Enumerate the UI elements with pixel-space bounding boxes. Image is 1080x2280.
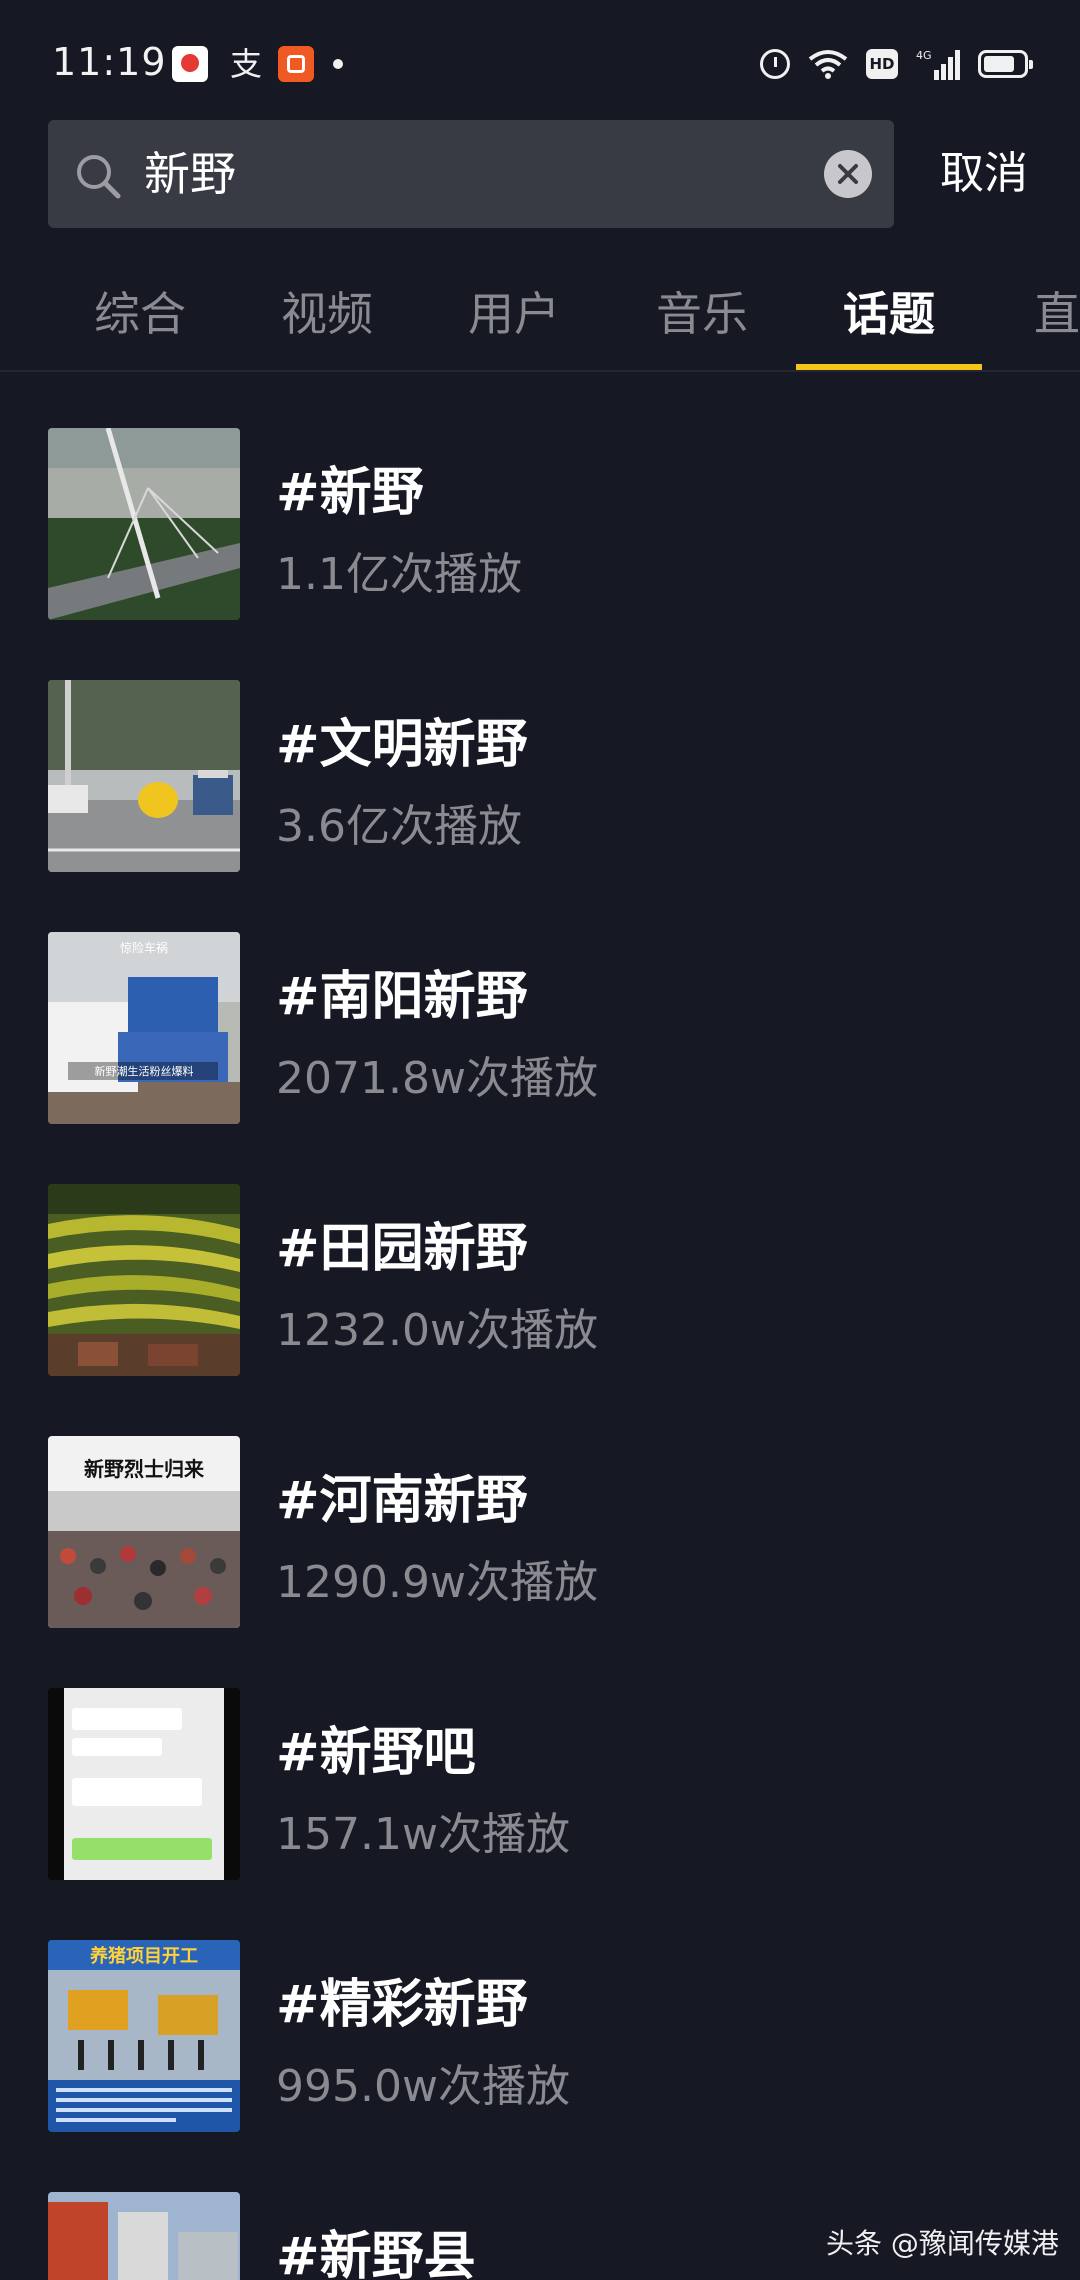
tab-comprehensive[interactable]: 综合	[70, 268, 210, 372]
battery-icon	[978, 50, 1033, 78]
signal-icon: 4G	[916, 48, 960, 80]
alarm-icon	[760, 49, 790, 79]
topic-thumbnail	[48, 1184, 240, 1376]
screen: 11:19 支 HD 4G 新野 取消 综合 视频 用户 音乐 话题 直 #新野…	[0, 0, 1080, 2280]
network-type-label: 4G	[916, 49, 932, 62]
thumbnail-caption-text: 新野潮生活粉丝爆料	[95, 1064, 194, 1078]
topic-title: #田园新野	[276, 1219, 528, 1279]
topic-item[interactable]: 养猪项目开工 #精彩新野 995.0w次播放	[0, 1932, 1080, 2132]
topic-title: #新野吧	[276, 1723, 476, 1783]
thumbnail-caption-text: 养猪项目开工	[89, 1945, 198, 1967]
topic-title: #精彩新野	[276, 1975, 528, 2035]
topic-thumbnail	[48, 2192, 240, 2280]
thumbnail-banner-text: 惊险车祸	[120, 940, 168, 955]
topic-thumbnail	[48, 428, 240, 620]
close-icon	[838, 164, 858, 184]
status-time: 11:19	[52, 40, 167, 84]
topic-item[interactable]: #新野吧 157.1w次播放	[0, 1680, 1080, 1880]
topic-item[interactable]: #文明新野 3.6亿次播放	[0, 672, 1080, 872]
topic-thumbnail: 新野烈士归来	[48, 1436, 240, 1628]
topic-item[interactable]: 新野烈士归来 #河南新野 1290.9w次播放	[0, 1428, 1080, 1628]
topic-title: #文明新野	[276, 715, 528, 775]
kuaishou-notification-icon	[278, 46, 314, 82]
status-bar: 11:19 支 HD 4G	[0, 0, 1080, 120]
topic-title: #河南新野	[276, 1471, 528, 1531]
alipay-notification-icon: 支	[229, 45, 262, 83]
toutiao-watermark: 头条 @豫闻传媒港	[826, 2227, 1059, 2260]
tab-live[interactable]: 直	[1006, 268, 1080, 372]
tab-music[interactable]: 音乐	[632, 268, 772, 372]
topic-play-count: 1.1亿次播放	[276, 549, 522, 600]
system-icons: HD 4G	[760, 44, 1033, 84]
topic-title: #新野	[276, 463, 424, 523]
cancel-button[interactable]: 取消	[940, 120, 1060, 228]
search-icon	[74, 152, 122, 200]
topic-item[interactable]: #新野 1.1亿次播放	[0, 420, 1080, 620]
wifi-icon	[808, 49, 848, 79]
active-tab-indicator	[796, 364, 982, 370]
tab-topics[interactable]: 话题	[819, 268, 959, 372]
topic-play-count: 157.1w次播放	[276, 1809, 570, 1860]
topic-play-count: 995.0w次播放	[276, 2061, 570, 2112]
tab-video[interactable]: 视频	[257, 268, 397, 372]
more-notifications-dot-icon	[333, 59, 343, 69]
topic-thumbnail	[48, 1688, 240, 1880]
search-box[interactable]: 新野	[48, 120, 894, 228]
clear-search-button[interactable]	[824, 150, 872, 198]
topic-thumbnail: 惊险车祸 新野潮生活粉丝爆料	[48, 932, 240, 1124]
topic-play-count: 1290.9w次播放	[276, 1557, 598, 1608]
topic-title: #南阳新野	[276, 967, 528, 1027]
thumbnail-caption-text: 新野烈士归来	[84, 1457, 205, 1481]
topic-title: #新野县	[276, 2227, 476, 2280]
topic-play-count: 3.6亿次播放	[276, 801, 522, 852]
hd-voice-icon: HD	[866, 49, 898, 79]
search-input[interactable]: 新野	[144, 120, 744, 228]
topic-item[interactable]: 惊险车祸 新野潮生活粉丝爆料 #南阳新野 2071.8w次播放	[0, 924, 1080, 1124]
topic-play-count: 1232.0w次播放	[276, 1305, 598, 1356]
tab-users[interactable]: 用户	[444, 268, 584, 372]
topic-thumbnail: 养猪项目开工	[48, 1940, 240, 2132]
search-tabs: 综合 视频 用户 音乐 话题 直	[0, 268, 1080, 372]
topic-play-count: 2071.8w次播放	[276, 1053, 598, 1104]
notification-app-icon	[172, 46, 208, 82]
topic-thumbnail	[48, 680, 240, 872]
topic-item[interactable]: #田园新野 1232.0w次播放	[0, 1176, 1080, 1376]
